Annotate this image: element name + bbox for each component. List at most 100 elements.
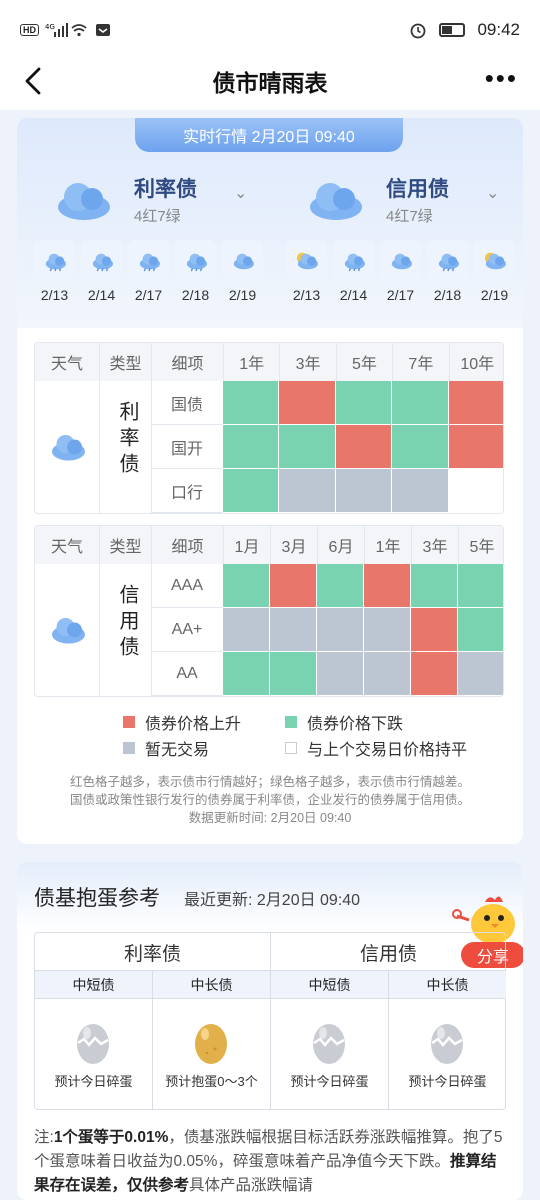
page-title: 债市晴雨表 xyxy=(212,70,328,96)
category-name: 利率债 xyxy=(134,178,197,201)
day-item: 2/13 xyxy=(286,240,327,303)
more-menu-icon[interactable]: ••• xyxy=(485,65,518,91)
legend-up-label: 债券价格上升 xyxy=(145,716,242,733)
chevron-down-icon[interactable]: ⌄ xyxy=(486,183,499,203)
broken-egg-icon xyxy=(77,1024,109,1064)
note-update-time: 数据更新时间: 2月20日 09:40 xyxy=(188,811,352,825)
legend-swatch-red xyxy=(123,716,135,728)
egg-card: 债基抱蛋参考 最近更新: 2月20日 09:40 分享 利率债 信用债 中短债 … xyxy=(17,862,523,1200)
header-col: 5年 xyxy=(335,343,393,381)
rain-cloud-icon xyxy=(92,253,113,271)
weather-card: 实时行情 2月20日 09:40 利率债 4红7绿 ⌄ 信用债 4红7绿 ⌄ 2… xyxy=(17,118,523,844)
grid-cell xyxy=(279,469,336,513)
day-weather xyxy=(175,240,216,281)
day-item: 2/17 xyxy=(128,240,169,303)
grid-cell xyxy=(411,608,458,652)
grid-cell xyxy=(223,652,270,696)
legend-flat-label: 与上个交易日价格持平 xyxy=(307,742,468,759)
category-credit-bond[interactable]: 信用债 4红7绿 ⌄ xyxy=(286,173,523,233)
day-label: 2/14 xyxy=(87,287,116,303)
category-rate-bond[interactable]: 利率债 4红7绿 ⌄ xyxy=(34,173,274,233)
foot-prefix: 注: xyxy=(34,1129,54,1146)
header-type: 类型 xyxy=(99,526,151,564)
grid-cell xyxy=(223,381,280,425)
chevron-down-icon[interactable]: ⌄ xyxy=(234,183,247,203)
egg-sub-4: 中长债 xyxy=(389,971,506,999)
header-type: 类型 xyxy=(99,343,151,381)
header-col: 10年 xyxy=(448,343,503,381)
grid-row-label: AA+ xyxy=(151,608,223,652)
sun-cloud-icon xyxy=(484,252,506,269)
grid-cell xyxy=(270,608,317,652)
note-line-2: 国债或政策性银行发行的债券属于利率债，企业发行的债券属于信用债。 xyxy=(69,793,470,807)
egg-card-title: 债基抱蛋参考 xyxy=(34,887,160,910)
day-weather xyxy=(333,240,374,281)
egg-table: 利率债 信用债 中短债 中长债 中短债 中长债 预计今日碎蛋 预计抱蛋0～3个 预计… xyxy=(34,932,506,1110)
legend-swatch-white xyxy=(285,742,297,754)
day-item: 2/18 xyxy=(427,240,468,303)
day-label: 2/19 xyxy=(228,287,257,303)
rain-cloud-icon xyxy=(186,253,207,271)
category-count: 4红7绿 xyxy=(386,208,433,225)
header-col: 3月 xyxy=(270,526,317,564)
day-item: 2/13 xyxy=(34,240,75,303)
grid-weather-cell xyxy=(35,381,99,513)
grid-cell xyxy=(223,469,280,513)
broken-egg-icon xyxy=(313,1024,345,1064)
header-col: 3年 xyxy=(279,343,336,381)
day-label: 2/13 xyxy=(40,287,69,303)
egg-prediction-label: 预计今日碎蛋 xyxy=(408,1074,487,1089)
hd-icon: HD xyxy=(20,24,39,36)
svg-text:4G: 4G xyxy=(45,23,55,31)
header-item: 细项 xyxy=(151,343,223,381)
egg-card-update: 最近更新: 2月20日 09:40 xyxy=(184,892,361,909)
grid-cell xyxy=(317,652,364,696)
battery-icon xyxy=(439,23,466,37)
day-weather xyxy=(128,240,169,281)
status-bar: HD 4G 09:42 xyxy=(0,0,540,60)
header-col: 3年 xyxy=(411,526,458,564)
cloud-icon xyxy=(52,618,85,644)
rate-bond-days: 2/13 2/14 2/17 2/18 2/19 xyxy=(34,240,263,303)
alarm-icon xyxy=(411,23,426,39)
day-label: 2/17 xyxy=(386,287,415,303)
grid-cell xyxy=(335,425,393,469)
cloud-icon xyxy=(391,253,412,269)
foot-bold-1: 1个蛋等于0.01% xyxy=(53,1129,169,1146)
grid-cell xyxy=(364,652,411,696)
golden-egg-icon xyxy=(195,1024,227,1064)
day-weather xyxy=(427,240,468,281)
grid-cell xyxy=(335,469,393,513)
grid-cell xyxy=(223,425,280,469)
divider xyxy=(99,564,100,696)
header-col: 6月 xyxy=(317,526,364,564)
explanation-note: 红色格子越多，表示债市行情越好；绿色格子越多，表示债市行情越差。 国债或政策性银… xyxy=(34,773,506,827)
grid-cell xyxy=(411,652,458,696)
sun-cloud-icon xyxy=(296,252,318,269)
grid-row-label: AA xyxy=(151,652,223,696)
realtime-pill: 实时行情 2月20日 09:40 xyxy=(135,118,403,152)
egg-group-credit: 信用债 xyxy=(359,943,417,965)
grid-cell xyxy=(223,564,270,608)
grid-cell xyxy=(335,381,393,425)
day-weather xyxy=(222,240,263,281)
legend-none: 暂无交易 xyxy=(123,736,209,760)
rain-cloud-icon xyxy=(438,253,459,271)
day-item: 2/14 xyxy=(333,240,374,303)
note-line-1: 红色格子越多，表示债市行情越好；绿色格子越多，表示债市行情越差。 xyxy=(69,775,470,789)
day-item: 2/19 xyxy=(222,240,263,303)
rain-cloud-icon xyxy=(45,253,66,271)
back-arrow-icon[interactable] xyxy=(20,66,50,96)
grid-cell xyxy=(392,381,449,425)
grid-cell xyxy=(279,381,336,425)
day-item: 2/18 xyxy=(175,240,216,303)
day-weather xyxy=(34,240,75,281)
day-label: 2/13 xyxy=(292,287,321,303)
grid-cell xyxy=(392,469,449,513)
egg-prediction: 预计今日碎蛋 xyxy=(389,999,506,1109)
grid-row-label: 国开 xyxy=(151,425,223,469)
grid-cell xyxy=(223,608,270,652)
status-left: HD 4G xyxy=(20,22,111,38)
grid-cell xyxy=(317,564,364,608)
grid-row-label: AAA xyxy=(151,564,223,608)
